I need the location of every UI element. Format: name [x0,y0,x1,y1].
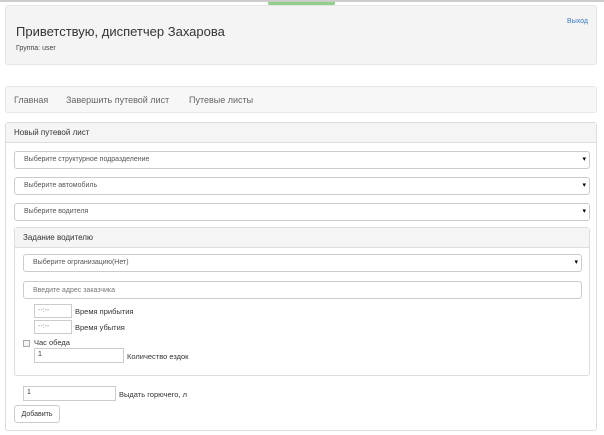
fuel-input[interactable]: 1 [23,386,116,401]
organization-select-value: Выберите огрганизацию(Нет) [33,259,129,266]
driver-select[interactable]: Выберите водителя ▾ [14,203,590,221]
dropdown-arrow-icon: ▾ [582,182,586,189]
arrival-time-label: Время прибытия [75,307,134,316]
user-group: Группа: user [16,45,56,52]
arrival-time-input[interactable]: --:-- [34,304,72,318]
nav-waybills[interactable]: Путевые листы [189,95,253,105]
trips-label: Количество ездок [127,352,189,361]
departure-time-input[interactable]: --:-- [34,320,72,334]
nav-finish-waybill[interactable]: Завершить путевой лист [66,95,169,105]
new-waybill-panel: Новый путевой лист Выберите структурное … [5,122,597,431]
lunch-checkbox[interactable] [23,340,30,347]
add-button[interactable]: Добавить [14,405,60,423]
department-select[interactable]: Выберите структурное подразделение ▾ [14,151,590,169]
lunch-label: Час обеда [34,338,70,347]
departure-time-label: Время убытия [75,323,125,332]
car-select-value: Выберите автомобиль [24,182,98,189]
driver-select-value: Выберите водителя [24,208,89,215]
address-input[interactable] [23,281,582,299]
dropdown-arrow-icon: ▾ [582,208,586,215]
car-select[interactable]: Выберите автомобиль ▾ [14,177,590,195]
organization-select[interactable]: Выберите огрганизацию(Нет) ▾ [23,254,582,272]
dropdown-arrow-icon: ▾ [574,259,578,266]
trips-input[interactable]: 1 [34,348,124,363]
logout-link[interactable]: Выход [567,18,588,25]
nav-home[interactable]: Главная [14,95,48,105]
department-select-value: Выберите структурное подразделение [24,156,150,163]
navbar: Главная Завершить путевой лист Путевые л… [5,86,597,113]
panel-title: Новый путевой лист [6,123,596,143]
driver-task-title: Задание водителю [15,228,589,248]
page-title: Приветствую, диспетчер Захарова [16,24,225,39]
fuel-label: Выдать горючего, л [119,390,187,399]
driver-task-panel: Задание водителю Выберите огрганизацию(Н… [14,227,590,376]
header: Приветствую, диспетчер Захарова Группа: … [5,5,597,65]
dropdown-arrow-icon: ▾ [582,156,586,163]
